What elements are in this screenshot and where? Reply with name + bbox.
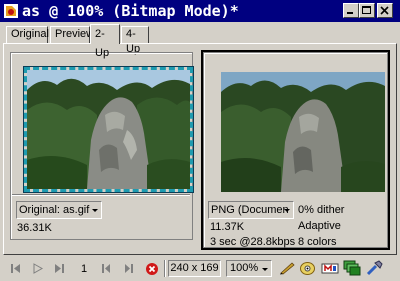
chevron-down-icon: [92, 209, 98, 212]
play-icon[interactable]: [31, 262, 44, 275]
zoom-value: 100%: [230, 262, 259, 274]
color-count: 8 colors: [298, 236, 337, 248]
status-divider: [164, 260, 166, 277]
tab-2-up[interactable]: 2-Up: [90, 24, 120, 59]
maximize-button[interactable]: [359, 3, 375, 18]
chevron-down-icon: [262, 268, 268, 271]
next-frame-icon[interactable]: [122, 262, 135, 275]
export-format-dropdown[interactable]: PNG (Documen: [208, 201, 294, 219]
image-dimensions: 240 x 169: [168, 260, 221, 277]
export-format-label: PNG (Documen: [211, 204, 289, 216]
tool-icon[interactable]: [366, 260, 383, 276]
download-time: 3 sec @28.8kbps: [210, 236, 296, 248]
link-icon[interactable]: [321, 261, 339, 275]
preview-in-browser-icon[interactable]: [299, 260, 316, 276]
close-icon: [380, 6, 389, 15]
maximize-icon: [362, 6, 371, 14]
palette-setting: Adaptive: [298, 220, 341, 232]
pencil-icon[interactable]: [279, 261, 295, 275]
tab-preview[interactable]: Preview: [50, 26, 94, 43]
optimized-file-size: 11.37K: [210, 221, 245, 233]
chevron-down-icon: [284, 209, 290, 212]
original-format-label: Original: as.gif: [19, 204, 90, 216]
optimized-image[interactable]: [221, 72, 385, 192]
prev-frame-icon[interactable]: [100, 262, 113, 275]
dither-setting: 0% dither: [298, 204, 345, 216]
app-icon: [4, 4, 18, 18]
view-tabs: Original Preview 2-Up 4-Up: [0, 24, 400, 59]
close-button[interactable]: [377, 3, 393, 18]
stop-icon[interactable]: [145, 262, 159, 276]
selection-border: [23, 66, 194, 193]
last-frame-icon[interactable]: [53, 262, 66, 275]
layers-icon[interactable]: [343, 260, 361, 276]
minimize-button[interactable]: [343, 3, 359, 18]
minimize-icon: [347, 12, 353, 14]
title-bar[interactable]: as @ 100% (Bitmap Mode)*: [0, 0, 400, 22]
divider: [12, 194, 190, 196]
window-title: as @ 100% (Bitmap Mode)*: [22, 2, 239, 20]
tab-4-up[interactable]: 4-Up: [121, 26, 149, 55]
first-frame-icon[interactable]: [9, 262, 22, 275]
frame-number: 1: [81, 263, 88, 275]
tab-original[interactable]: Original: [6, 26, 49, 43]
zoom-dropdown[interactable]: 100%: [226, 260, 272, 277]
original-format-dropdown[interactable]: Original: as.gif: [16, 201, 102, 219]
status-bar: 1 240 x 169 100%: [0, 256, 400, 281]
original-file-size: 36.31K: [17, 222, 52, 234]
